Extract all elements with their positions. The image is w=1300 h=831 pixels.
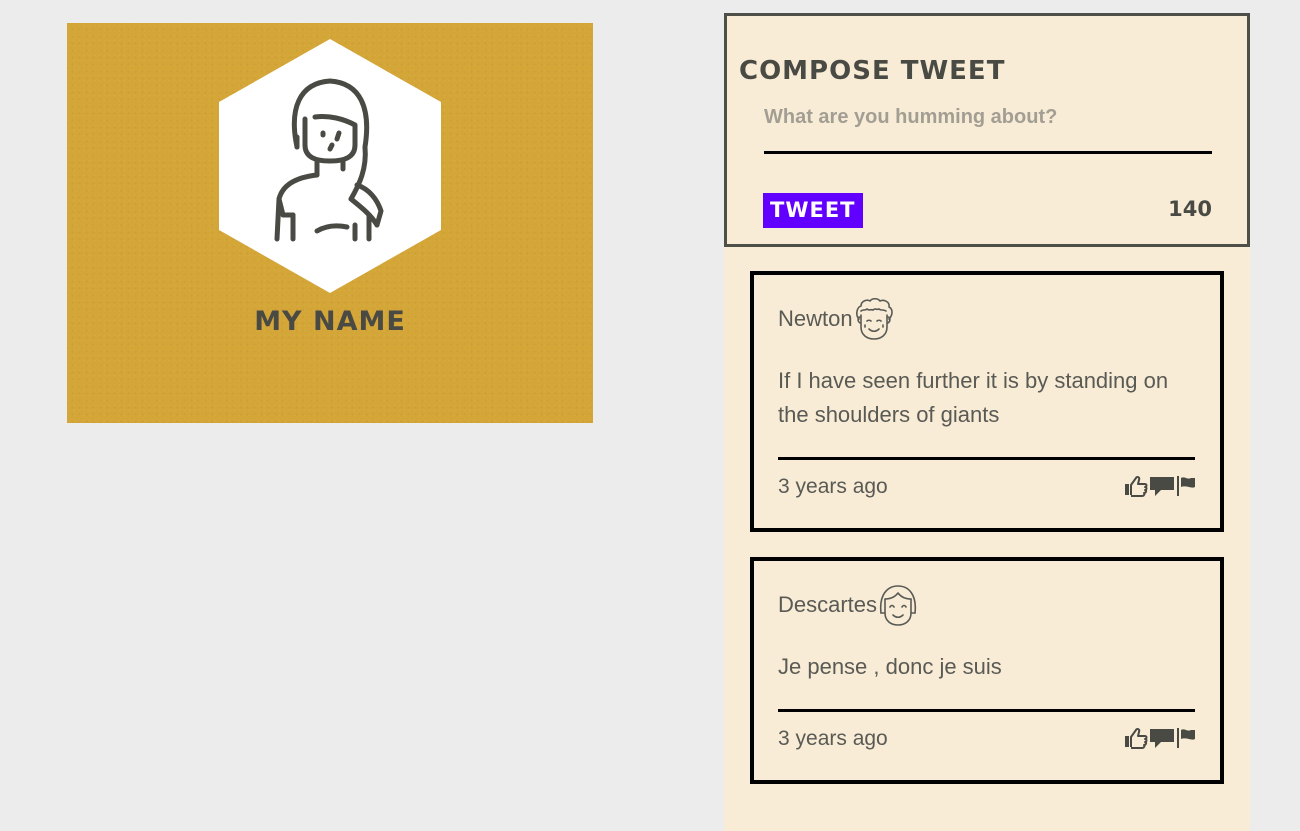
tweet-card: Descartes Je pense , donc je suis 3 year… [750, 557, 1224, 784]
tweet-author: Descartes [778, 583, 919, 627]
curly-hair-face-icon [855, 297, 893, 340]
tweet-timestamp: 3 years ago [778, 727, 888, 750]
tweet-timestamp: 3 years ago [778, 475, 888, 498]
tweet-divider [778, 709, 1195, 712]
tweet-actions [1124, 475, 1196, 497]
bangs-hair-face-icon [879, 585, 917, 626]
compose-title: Compose Tweet [739, 56, 1006, 86]
like-icon[interactable] [1124, 475, 1148, 497]
tweet-text: Je pense , donc je suis [778, 654, 1002, 679]
flag-icon[interactable] [1176, 727, 1196, 749]
compose-box: Compose Tweet Tweet 140 [724, 13, 1250, 247]
comment-icon[interactable] [1149, 727, 1175, 749]
tweet-author-name: Descartes [778, 592, 878, 617]
like-icon[interactable] [1124, 727, 1148, 749]
compose-input[interactable] [764, 99, 1212, 154]
flag-icon[interactable] [1176, 475, 1196, 497]
tweet-divider [778, 457, 1195, 460]
tweet-card: Newton If I have seen further it is by s… [750, 271, 1224, 532]
comment-icon[interactable] [1149, 475, 1175, 497]
profile-name: My Name [254, 306, 406, 337]
tweet-button[interactable]: Tweet [763, 193, 863, 228]
tweet-author-name: Newton [778, 306, 853, 331]
profile-card: My Name [67, 23, 593, 423]
feed-column: Compose Tweet Tweet 140 Newton [724, 13, 1250, 831]
tweet-author: Newton [778, 297, 895, 341]
char-count: 140 [1168, 197, 1212, 221]
tweet-text: If I have seen further it is by standing… [778, 368, 1169, 427]
woman-avatar-icon [219, 39, 441, 293]
tweet-actions [1124, 727, 1196, 749]
